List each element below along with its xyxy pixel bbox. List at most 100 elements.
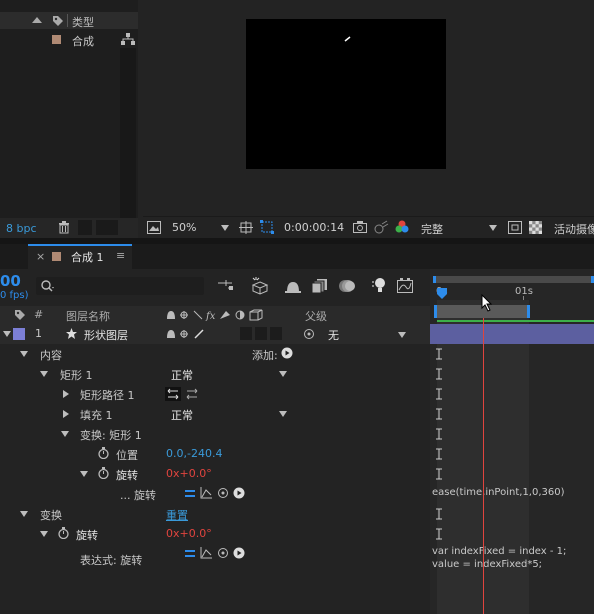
rotation2-label: 旋转: [76, 529, 98, 542]
graph-editor-icon[interactable]: [397, 278, 415, 297]
trash-icon[interactable]: [58, 221, 70, 237]
rotation2-value[interactable]: 0x+0.0°: [166, 527, 212, 540]
flowchart-icon[interactable]: [121, 33, 135, 49]
region-of-interest-icon[interactable]: [508, 221, 522, 237]
playhead-marker-icon[interactable]: [437, 288, 447, 303]
transparency-grid-icon[interactable]: [529, 221, 542, 237]
switch-box[interactable]: [270, 327, 282, 340]
close-icon[interactable]: ×: [36, 250, 45, 263]
motion-blur-icon[interactable]: [338, 278, 356, 297]
current-time-display[interactable]: 00: [0, 272, 21, 290]
sort-up-icon[interactable]: [32, 17, 42, 23]
expression-graph-icon[interactable]: [200, 547, 213, 562]
image-icon[interactable]: [147, 221, 161, 237]
project-item-row[interactable]: 合成: [0, 31, 120, 48]
row-transform-rect-1[interactable]: 变换: 矩形 1: [0, 424, 430, 444]
draft-3d-icon[interactable]: [251, 277, 269, 298]
work-area-start-handle[interactable]: [434, 305, 437, 318]
path-reverse-icon[interactable]: [184, 387, 200, 404]
color-channels-icon[interactable]: [395, 220, 409, 237]
playhead-line[interactable]: [483, 318, 484, 614]
row-rotation-2[interactable]: 旋转 0x+0.0°: [0, 524, 430, 544]
layer-name-column-header[interactable]: 图层名称: [66, 308, 110, 324]
row-rotation[interactable]: 旋转 0x+0.0°: [0, 464, 430, 484]
fit-frame-icon[interactable]: [239, 221, 253, 237]
parent-dropdown[interactable]: 无: [328, 327, 339, 343]
timeline-navigator[interactable]: [433, 276, 594, 283]
resolution-chevron-down-icon[interactable]: [489, 225, 497, 231]
expression-graph-icon[interactable]: [200, 487, 213, 502]
fill-blend-mode-dropdown[interactable]: 正常: [165, 406, 293, 422]
pickwhip-icon[interactable]: [303, 328, 315, 343]
bpc-button[interactable]: 8 bpc: [6, 222, 37, 235]
expression-text-line2[interactable]: value = indexFixed*5;: [432, 559, 542, 570]
switch-box[interactable]: [255, 327, 267, 340]
ibeam-icon: [435, 528, 443, 540]
row-rectangle-1[interactable]: 矩形 1 正常: [0, 364, 430, 384]
expand-icon[interactable]: [20, 351, 28, 357]
expand-icon[interactable]: [80, 471, 88, 477]
active-camera-dropdown[interactable]: 活动摄像: [554, 221, 594, 237]
row-transform[interactable]: 变换 重置: [0, 504, 430, 524]
row-rectangle-path-1[interactable]: 矩形路径 1: [0, 384, 430, 404]
show-snapshot-icon[interactable]: [374, 220, 389, 237]
zoom-chevron-down-icon[interactable]: [221, 225, 229, 231]
path-direction-icon[interactable]: [165, 387, 181, 401]
layer-name[interactable]: 形状图层: [84, 327, 128, 343]
switch-box[interactable]: [240, 327, 252, 340]
tab-menu-icon[interactable]: ≡: [116, 249, 125, 262]
stopwatch-icon[interactable]: [98, 447, 109, 462]
layer-expand-icon[interactable]: [3, 331, 11, 337]
shy-layers-icon[interactable]: [285, 278, 301, 297]
row-content[interactable]: 内容 添加:: [0, 344, 430, 364]
expression-menu-icon[interactable]: [233, 547, 245, 562]
layer-row-shape[interactable]: 1 形状图层 无: [0, 324, 430, 344]
expand-icon[interactable]: [63, 410, 69, 418]
comp-mini-flowchart-icon[interactable]: [218, 280, 234, 295]
rotation-value[interactable]: 0x+0.0°: [166, 467, 212, 480]
expression-pickwhip-icon[interactable]: [217, 547, 229, 562]
layer-duration-bar[interactable]: [430, 324, 594, 344]
expression-text-line1[interactable]: var indexFixed = index - 1;: [432, 546, 566, 557]
tab-comp-1[interactable]: × 合成 1 ≡: [28, 244, 132, 269]
reset-link[interactable]: 重置: [166, 507, 188, 523]
work-area-end-handle[interactable]: [527, 305, 530, 318]
column-divider[interactable]: [67, 14, 68, 27]
camera-snapshot-icon[interactable]: [353, 221, 367, 236]
expression-text-inner[interactable]: ease(time,inPoint,1,0,360): [432, 487, 565, 498]
layer-switches[interactable]: [166, 328, 216, 343]
expand-icon[interactable]: [61, 431, 69, 437]
project-scrollbar[interactable]: [120, 48, 136, 218]
add-play-icon[interactable]: [281, 347, 293, 362]
frame-blending-icon[interactable]: [311, 278, 328, 297]
resolution-dropdown[interactable]: 完整: [421, 221, 443, 237]
expand-icon[interactable]: [40, 371, 48, 377]
viewer-timecode[interactable]: 0:00:00:14: [284, 221, 344, 234]
row-fill-1[interactable]: 填充 1 正常: [0, 404, 430, 424]
layer-search-input[interactable]: [36, 277, 204, 295]
row-position[interactable]: 位置 0.0,-240.4: [0, 444, 430, 464]
position-value[interactable]: 0.0,-240.4: [166, 447, 222, 460]
expression-enable-icon[interactable]: [184, 489, 196, 502]
layer-green-strip: [437, 320, 594, 322]
row-expression-rotation-2[interactable]: 表达式: 旋转: [0, 544, 430, 572]
graph-editor-bulb-icon[interactable]: [372, 277, 388, 298]
expression-menu-icon[interactable]: [233, 487, 245, 502]
expand-icon[interactable]: [63, 390, 69, 398]
expand-icon[interactable]: [40, 531, 48, 537]
rect-blend-mode-dropdown[interactable]: 正常: [165, 366, 293, 382]
time-ruler[interactable]: 0s 01s: [430, 285, 594, 300]
stopwatch-icon[interactable]: [98, 467, 109, 482]
row-expression-rotation[interactable]: ... 旋转: [0, 484, 430, 504]
expression-pickwhip-icon[interactable]: [217, 487, 229, 502]
parent-chevron-down-icon[interactable]: [398, 332, 406, 338]
stopwatch-icon[interactable]: [58, 527, 69, 542]
navigator-start-handle[interactable]: [433, 276, 436, 283]
layer-label-swatch[interactable]: [13, 328, 25, 340]
expression-enable-icon[interactable]: [184, 549, 196, 562]
region-icon[interactable]: [260, 220, 274, 237]
expand-icon[interactable]: [20, 511, 28, 517]
fps-display: 0 fps): [0, 290, 29, 301]
zoom-dropdown[interactable]: 50%: [172, 221, 196, 234]
viewer-canvas[interactable]: [246, 19, 446, 169]
